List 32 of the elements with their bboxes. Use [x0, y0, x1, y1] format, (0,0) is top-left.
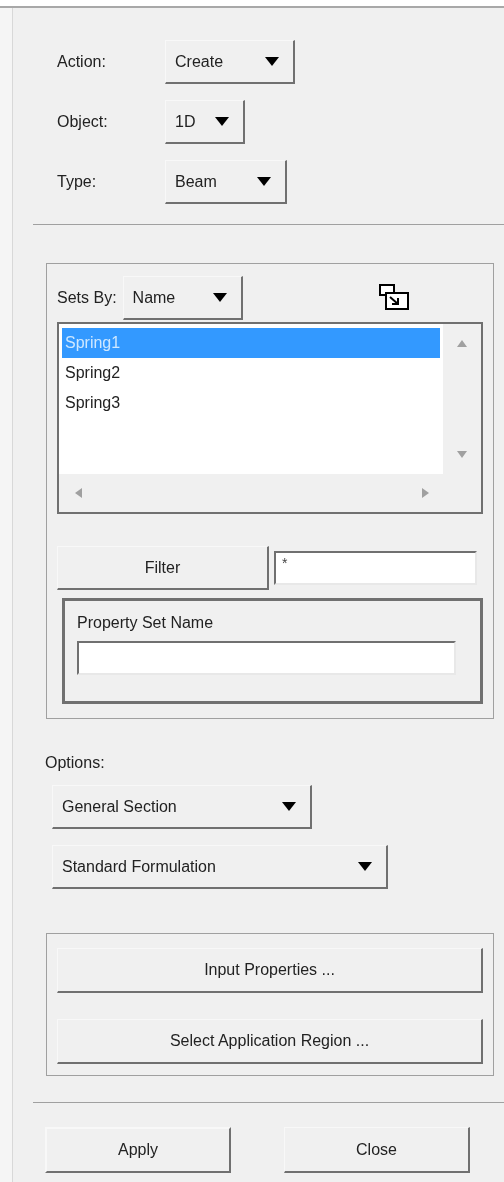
dropdown[interactable]: Create	[165, 40, 295, 84]
scroll-arrow-icon	[73, 488, 83, 498]
action-button[interactable]: Input Properties ...	[57, 948, 483, 993]
caret-icon	[265, 57, 279, 66]
dropdown[interactable]: 1D	[165, 100, 245, 144]
filter-field[interactable]: *	[274, 551, 477, 585]
dropdown[interactable]: Standard Formulation	[52, 845, 388, 889]
caret-icon	[358, 862, 372, 871]
options-label: Options:	[45, 753, 106, 773]
caret-icon	[212, 293, 227, 302]
caret-icon	[215, 117, 229, 126]
scroll-arrow-icon	[457, 338, 467, 348]
window-icon	[377, 283, 412, 313]
scroll-arrow-icon	[457, 450, 467, 460]
field-label: Type:	[57, 172, 98, 192]
caret-icon	[257, 177, 271, 186]
dropdown[interactable]: Beam	[165, 160, 287, 204]
property-set-name-field[interactable]	[77, 641, 456, 675]
field-label: Object:	[57, 112, 109, 132]
dialog-button[interactable]: Close	[284, 1127, 470, 1173]
action-button[interactable]: Select Application Region ...	[57, 1019, 483, 1064]
dropdown[interactable]: Name	[122, 276, 243, 320]
scroll-arrow-icon	[421, 488, 431, 498]
filter-button[interactable]: Filter	[57, 546, 269, 590]
list-item[interactable]: Spring2	[62, 358, 440, 388]
field-label: Action:	[57, 52, 107, 72]
property-set-name-label: Property Set Name	[77, 613, 215, 633]
dropdown[interactable]: General Section	[52, 785, 312, 829]
dialog-button[interactable]: Apply	[45, 1127, 231, 1173]
sets-by-label: Sets By:	[57, 288, 117, 308]
list-item[interactable]: Spring3	[62, 388, 440, 418]
caret-icon	[282, 802, 296, 811]
